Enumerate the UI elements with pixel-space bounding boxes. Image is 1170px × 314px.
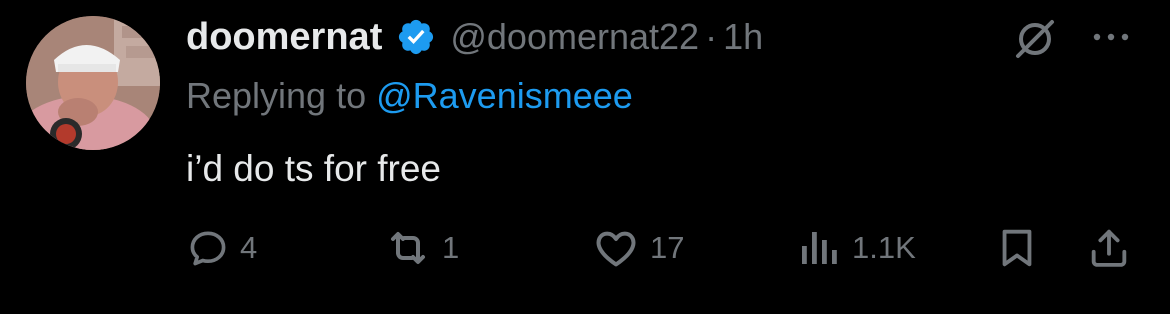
repost-icon <box>391 232 425 264</box>
timestamp[interactable]: 1h <box>723 16 763 58</box>
more-icon[interactable] <box>1090 28 1132 46</box>
reply-count: 4 <box>240 230 258 265</box>
replying-label: Replying to <box>186 75 367 116</box>
avatar-image <box>26 16 160 150</box>
repost-button[interactable]: 1 <box>384 220 459 276</box>
verified-badge-icon <box>396 17 436 57</box>
like-count: 17 <box>650 230 685 265</box>
reply-icon <box>190 231 226 266</box>
bookmark-button[interactable] <box>994 220 1040 276</box>
analytics-icon <box>802 232 837 264</box>
share-button[interactable] <box>1086 220 1132 276</box>
reply-button[interactable]: 4 <box>186 220 257 276</box>
grok-icon[interactable] <box>1012 16 1058 62</box>
avatar[interactable] <box>26 16 160 150</box>
handle[interactable]: @doomernat22 <box>450 16 699 58</box>
display-name[interactable]: doomernat <box>186 16 382 59</box>
separator-dot: · <box>705 16 718 57</box>
repost-count: 1 <box>442 230 460 265</box>
replying-to: Replying to @Ravenismeee <box>186 72 633 120</box>
like-button[interactable]: 17 <box>592 220 684 276</box>
view-count: 1.1K <box>852 230 916 265</box>
heart-icon <box>596 231 636 267</box>
tweet-header: doomernat @doomernat22 · 1h <box>186 14 763 60</box>
replying-to-mention[interactable]: @Ravenismeee <box>376 75 633 117</box>
tweet-text: i’d do ts for free <box>186 148 442 189</box>
bookmark-icon <box>1002 229 1032 267</box>
views-button[interactable]: 1.1K <box>794 220 916 276</box>
share-icon <box>1091 229 1127 267</box>
action-bar: 4 1 17 1.1K <box>0 220 1170 280</box>
